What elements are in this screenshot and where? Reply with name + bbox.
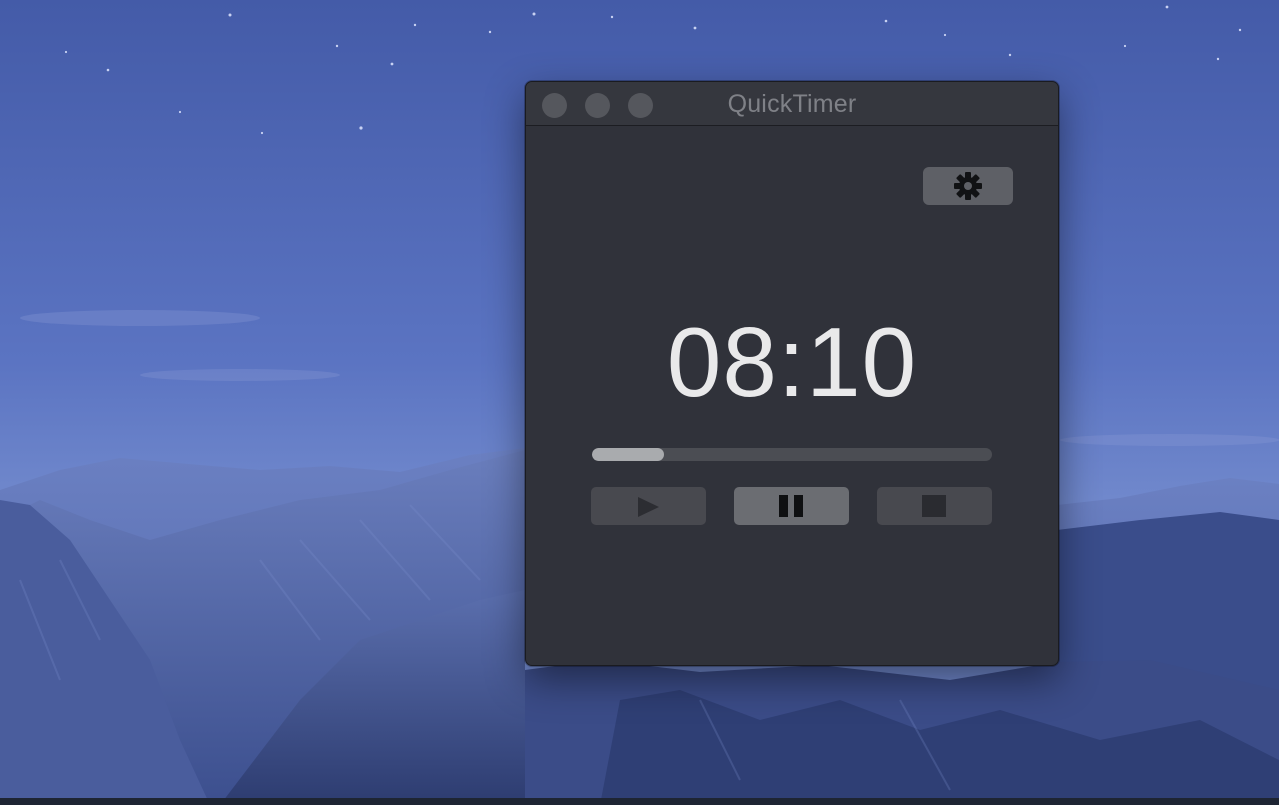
- settings-button[interactable]: [923, 167, 1013, 205]
- stop-icon: [922, 495, 946, 517]
- screen-bottom-edge: [0, 798, 1279, 805]
- gear-icon: [954, 172, 982, 200]
- window-title: QuickTimer: [727, 90, 857, 118]
- titlebar[interactable]: QuickTimer: [526, 82, 1058, 126]
- play-icon: [638, 497, 659, 517]
- pause-icon: [779, 495, 803, 517]
- stop-button[interactable]: [877, 487, 992, 525]
- pause-button[interactable]: [734, 487, 849, 525]
- play-button[interactable]: [591, 487, 706, 525]
- progress-bar: [592, 448, 992, 461]
- progress-bar-fill: [592, 448, 664, 461]
- time-display: 08:10: [666, 307, 918, 417]
- quicktimer-window: QuickTimer 08:10: [525, 81, 1059, 666]
